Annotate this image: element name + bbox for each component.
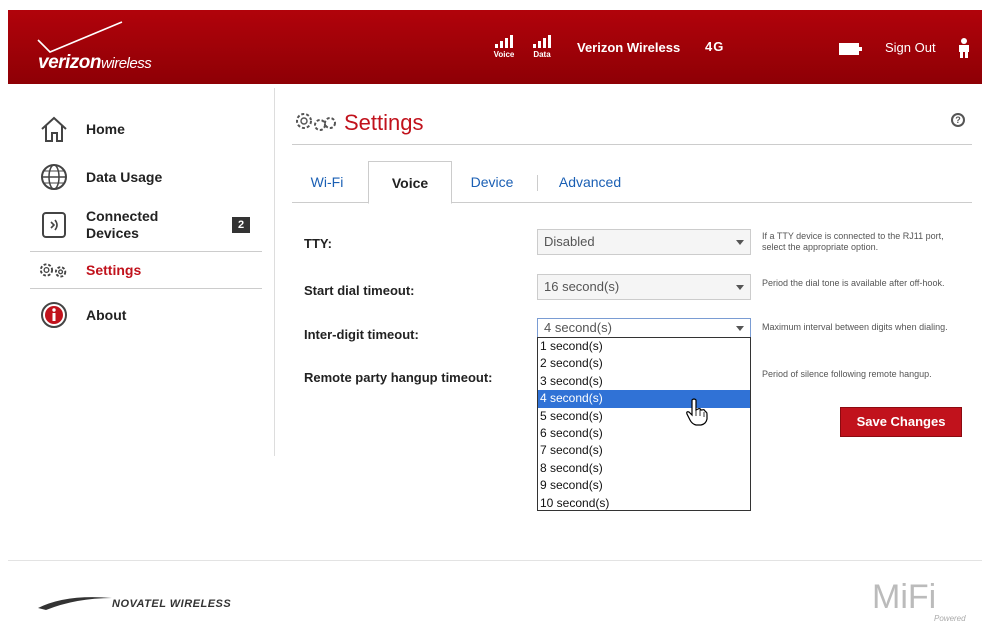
sidebar-item-home[interactable]: Home: [30, 105, 262, 153]
tty-help: If a TTY device is connected to the RJ11…: [762, 231, 944, 252]
data-signal: Data: [522, 32, 562, 59]
hangup-timeout-label: Remote party hangup timeout:: [304, 370, 493, 385]
chevron-down-icon: [736, 285, 744, 290]
globe-icon: [38, 161, 70, 193]
verizon-logo: verizonwireless: [36, 20, 216, 73]
sidebar-item-connected-devices[interactable]: Connected Devices 2: [30, 201, 262, 249]
sidebar-item-about[interactable]: About: [30, 291, 262, 339]
sidebar-item-settings[interactable]: Settings: [30, 251, 262, 289]
dropdown-option[interactable]: 2 second(s): [538, 355, 750, 372]
inter-digit-dropdown-list: 1 second(s) 2 second(s) 3 second(s) 4 se…: [537, 337, 751, 511]
inter-digit-select[interactable]: 4 second(s): [537, 318, 751, 338]
dropdown-option[interactable]: 1 second(s): [538, 338, 750, 355]
chevron-down-icon: [736, 326, 744, 331]
dropdown-option[interactable]: 9 second(s): [538, 477, 750, 494]
data-label: Data: [533, 50, 551, 59]
sign-out-link[interactable]: Sign Out: [885, 40, 936, 55]
connected-devices-icon: [38, 209, 70, 241]
hand-pointer-icon: [686, 398, 708, 426]
page-header: Settings ?: [292, 105, 972, 145]
tab-device[interactable]: Device: [462, 161, 522, 203]
signal-bars-icon: [522, 32, 562, 48]
page-title: Settings: [344, 110, 424, 135]
carrier-name: Verizon Wireless: [577, 40, 681, 55]
dropdown-option[interactable]: 10 second(s): [538, 495, 750, 510]
start-dial-label: Start dial timeout:: [304, 283, 415, 298]
settings-panel: Settings ? Wi-Fi Voice Device Advanced T…: [292, 105, 972, 511]
tab-voice[interactable]: Voice: [368, 161, 452, 204]
logo-text-bold: verizon: [38, 52, 102, 73]
save-changes-button[interactable]: Save Changes: [840, 407, 962, 437]
dropdown-option-selected[interactable]: 4 second(s): [538, 390, 750, 408]
novatel-logo-text: NOVATEL WIRELESS: [112, 598, 232, 610]
network-type: 4G: [705, 39, 725, 54]
info-icon: [38, 299, 70, 331]
dropdown-option[interactable]: 3 second(s): [538, 373, 750, 390]
mifi-logo: MiFi: [872, 578, 937, 616]
inter-digit-label: Inter-digit timeout:: [304, 327, 419, 342]
inter-digit-help: Maximum interval between digits when dia…: [762, 322, 948, 332]
voice-signal: Voice: [484, 32, 524, 59]
sidebar-item-data-usage[interactable]: Data Usage: [30, 153, 262, 201]
mifi-powered-text: Powered: [934, 614, 966, 623]
start-dial-select[interactable]: 16 second(s): [537, 274, 751, 300]
help-icon[interactable]: ?: [951, 113, 965, 127]
sidebar-divider: [274, 88, 275, 456]
voice-label: Voice: [493, 50, 515, 59]
chevron-down-icon: [736, 240, 744, 245]
connected-count-badge: 2: [232, 217, 250, 233]
start-dial-help: Period the dial tone is available after …: [762, 278, 945, 288]
sidebar-item-label: Home: [86, 120, 125, 137]
top-header: verizonwireless Voice Data Verizon Wirel…: [8, 10, 982, 84]
tty-select[interactable]: Disabled: [537, 229, 751, 255]
inter-digit-select-value: 4 second(s): [544, 320, 612, 335]
tty-label: TTY:: [304, 236, 332, 251]
person-icon[interactable]: [958, 38, 970, 58]
home-icon: [38, 113, 70, 145]
dropdown-option[interactable]: 7 second(s): [538, 442, 750, 459]
tab-separator: [537, 175, 538, 191]
dropdown-option[interactable]: 8 second(s): [538, 460, 750, 477]
tab-wifi[interactable]: Wi-Fi: [302, 161, 352, 203]
hangup-timeout-help: Period of silence following remote hangu…: [762, 369, 932, 379]
verizon-check-icon: [37, 21, 123, 53]
battery-icon: [839, 43, 862, 55]
sidebar-item-label: About: [86, 306, 127, 323]
gears-icon: [38, 254, 70, 286]
gears-icon: [296, 113, 336, 131]
settings-tabs: Wi-Fi Voice Device Advanced: [292, 161, 972, 204]
sidebar-item-label: Settings: [86, 261, 142, 278]
sidebar-item-label: Data Usage: [86, 168, 163, 185]
dropdown-option[interactable]: 6 second(s): [538, 425, 750, 442]
sidebar-item-label: Connected Devices: [86, 208, 159, 241]
logo-text-light: wireless: [101, 55, 152, 72]
start-dial-select-value: 16 second(s): [544, 279, 620, 294]
tab-advanced[interactable]: Advanced: [550, 161, 630, 203]
dropdown-option[interactable]: 5 second(s): [538, 408, 750, 425]
tty-select-value: Disabled: [544, 234, 595, 249]
signal-bars-icon: [484, 32, 524, 48]
footer-divider: [8, 560, 982, 561]
novatel-swoosh-icon: [38, 597, 112, 610]
sidebar-nav: Home Data Usage Connected Devices 2 Sett…: [30, 105, 262, 339]
